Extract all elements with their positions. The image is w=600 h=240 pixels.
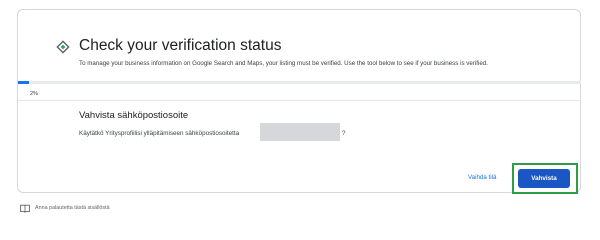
feedback-link[interactable]: Anna palautetta tästä sisällöstä [35, 205, 110, 211]
redacted-email [260, 123, 340, 141]
email-question: Käytätkö Yritysprofiilisi ylläpitämiseen… [79, 130, 240, 137]
progress-label: 2% [30, 91, 38, 97]
question-suffix: ? [342, 130, 346, 137]
divider [18, 100, 581, 101]
page-title: Check your verification status [79, 37, 282, 54]
book-icon[interactable] [20, 204, 30, 213]
page-subtitle: To manage your business information on G… [79, 60, 488, 67]
progress-fill [18, 81, 30, 84]
diamond-icon [56, 40, 70, 54]
progress-bar [18, 81, 581, 84]
section-title: Vahvista sähköpostiosoite [79, 110, 189, 121]
confirm-button[interactable]: Vahvista [518, 169, 570, 188]
change-account-button[interactable]: Vaihda tilä [468, 174, 496, 181]
